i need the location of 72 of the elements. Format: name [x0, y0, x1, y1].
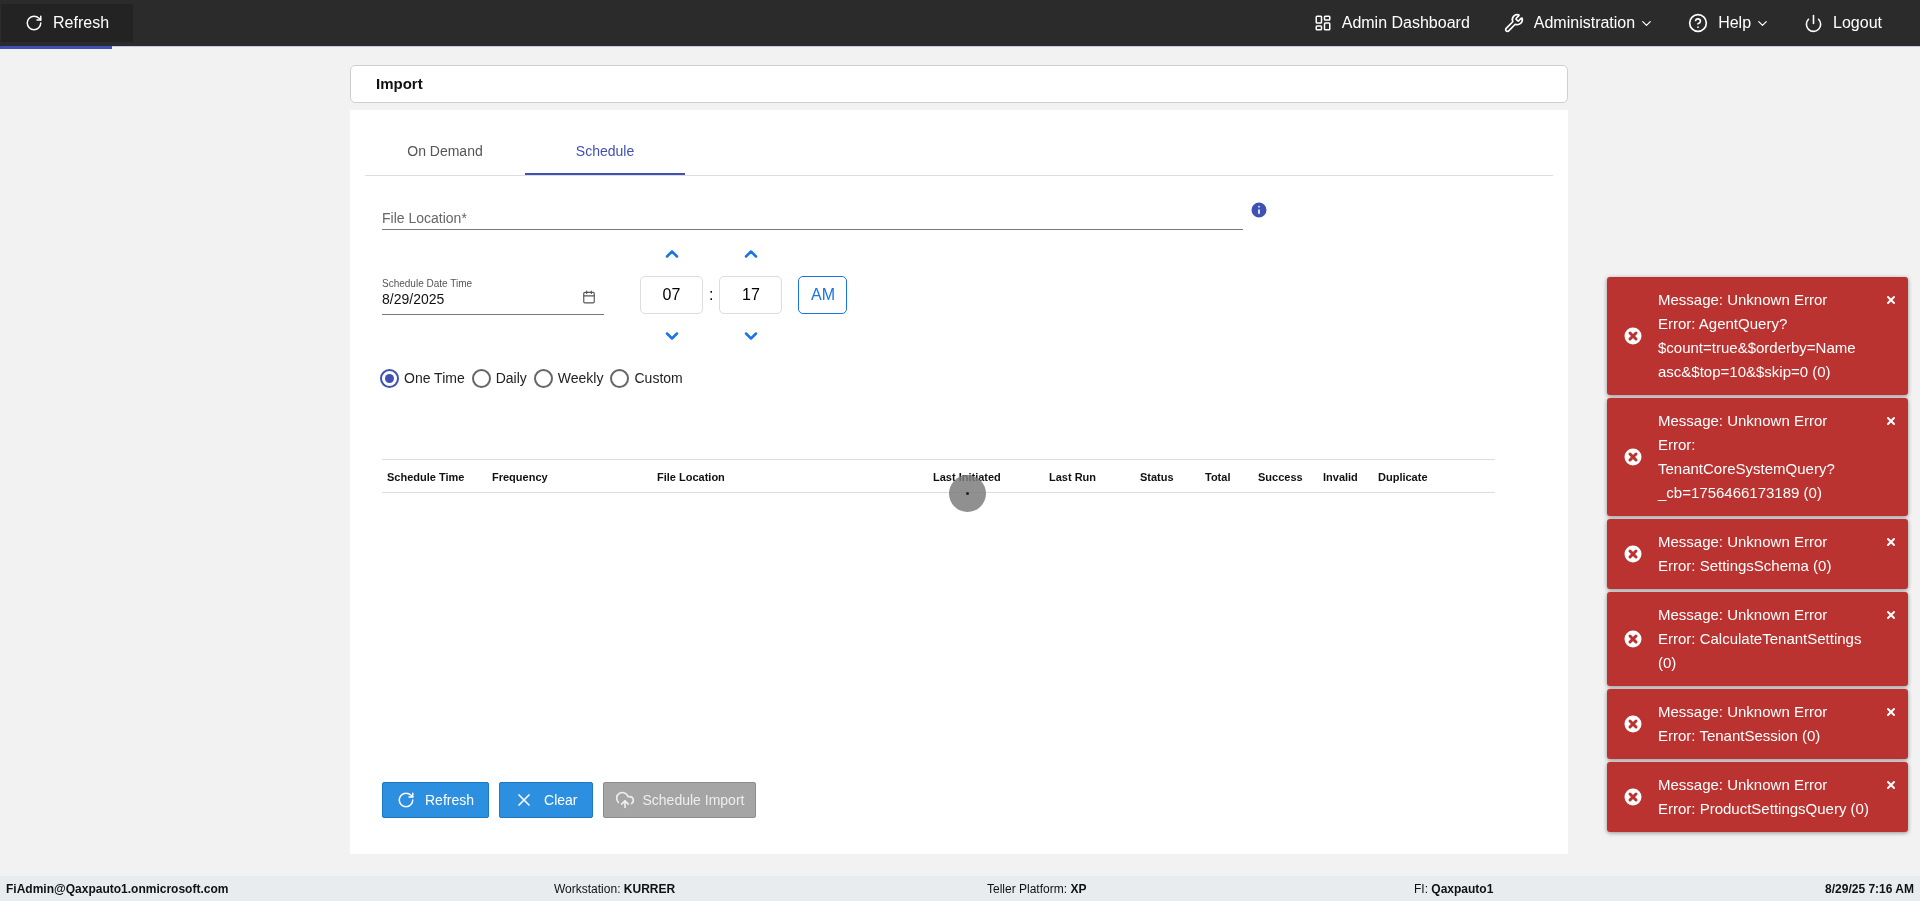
column-header: Success — [1258, 470, 1303, 485]
radio-label: One Time — [404, 369, 465, 388]
toast-message: Message: Unknown Error — [1658, 775, 1829, 795]
error-icon — [1621, 542, 1645, 566]
refresh-button[interactable]: Refresh — [1, 4, 134, 42]
column-header: Last Initiated — [933, 470, 1001, 485]
radio-label: Daily — [495, 369, 527, 388]
column-header: Last Run — [1049, 470, 1097, 485]
column-header: Duplicate — [1378, 470, 1428, 485]
toast-error: Error: TenantCoreSystemQuery? _cb=1756466173189 (0) — [1658, 435, 1836, 503]
error-icon — [1621, 445, 1645, 469]
radio-label: Weekly — [557, 369, 604, 388]
radio-button[interactable] — [471, 369, 491, 388]
wrench-icon — [1503, 13, 1524, 33]
nav-menu-item[interactable]: Help — [1688, 11, 1771, 35]
time-separator: : — [709, 285, 714, 305]
status-datetime: 8/29/25 7:16 AM — [1825, 880, 1914, 898]
column-header: Status — [1140, 470, 1174, 485]
nav-menu-item[interactable]: Logout — [1804, 11, 1882, 35]
toast-error: Error: TenantSession (0) — [1658, 726, 1822, 746]
tab[interactable]: On Demand — [365, 130, 525, 175]
status-item: Workstation: KURRER — [554, 880, 677, 898]
refresh-icon — [397, 791, 415, 809]
user-email: FiAdmin@Qaxpauto1.onmicrosoft.com — [6, 880, 230, 898]
tab[interactable]: Schedule — [525, 130, 685, 175]
close-icon[interactable] — [1885, 609, 1897, 621]
close-icon[interactable] — [1885, 779, 1897, 791]
close-icon[interactable] — [1885, 706, 1897, 718]
toast-message: Message: Unknown Error — [1658, 532, 1829, 552]
status-item: Teller Platform: XP — [987, 880, 1088, 898]
power-icon — [1804, 13, 1824, 33]
date-field[interactable]: Schedule Date Time 8/29/2025 — [382, 275, 604, 315]
dashboard-icon — [1313, 14, 1332, 32]
column-header: File Location — [657, 470, 725, 485]
toast-error: Error: ProductSettingsQuery (0) — [1658, 799, 1870, 819]
close-icon[interactable] — [1885, 294, 1897, 306]
column-header: Invalid — [1323, 470, 1358, 485]
toast-message: Message: Unknown Error — [1658, 411, 1829, 431]
minute-field[interactable]: 17 — [719, 276, 783, 314]
close-icon[interactable] — [1885, 536, 1897, 548]
page-title: Import — [376, 73, 423, 94]
date-field-label: Schedule Date Time — [382, 278, 474, 290]
column-header: Frequency — [492, 470, 548, 485]
toast-error: Error: AgentQuery? $count=true&$orderby=Name asc&$top=10&$skip=0 (0) — [1658, 314, 1857, 382]
column-header: Total — [1205, 470, 1231, 485]
toast-message: Message: Unknown Error — [1658, 605, 1829, 625]
radio-button[interactable] — [533, 369, 553, 388]
nav-menu-item[interactable]: Admin Dashboard — [1313, 11, 1470, 35]
radio-button[interactable] — [610, 369, 630, 388]
refresh-icon — [25, 14, 43, 32]
radio-button[interactable] — [380, 369, 399, 388]
toast-error: Error: SettingsSchema (0) — [1658, 556, 1833, 576]
column-header: Schedule Time — [387, 470, 465, 485]
toast-message: Message: Unknown Error — [1658, 290, 1829, 310]
error-icon — [1621, 785, 1645, 809]
error-icon — [1621, 712, 1645, 736]
date-field-value: 8/29/2025 — [382, 290, 446, 308]
status-item: FI: Qaxpauto1 — [1414, 880, 1495, 898]
am-pm-toggle[interactable]: AM — [798, 276, 848, 314]
hour-field[interactable]: 07 — [640, 276, 703, 314]
calendar-icon — [582, 290, 596, 304]
file-location-field[interactable]: File Location* — [382, 200, 1243, 230]
cloud-upload-icon — [614, 790, 635, 810]
radio-label: Custom — [634, 369, 683, 388]
close-icon[interactable] — [1885, 415, 1897, 427]
info-icon — [1249, 200, 1269, 220]
help-icon — [1688, 13, 1709, 33]
toast-error: Error: CalculateTenantSettings (0) — [1658, 629, 1863, 673]
error-icon — [1621, 324, 1645, 348]
toast-message: Message: Unknown Error — [1658, 702, 1829, 722]
nav-menu-item[interactable]: Administration — [1503, 11, 1655, 35]
error-icon — [1621, 627, 1645, 651]
